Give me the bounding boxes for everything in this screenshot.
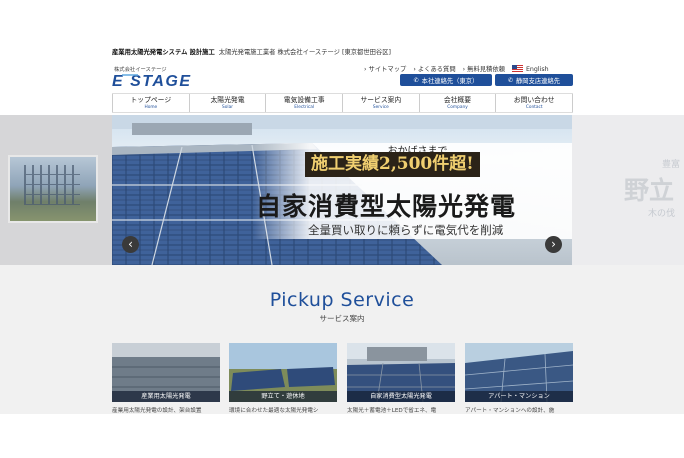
carousel-prev-slide-peek[interactable] bbox=[0, 115, 112, 265]
english-label: English bbox=[525, 65, 549, 73]
service-card-self-consumption[interactable]: 自家消費型太陽光発電 太陽光＋蓄電池＋LEDで省エネ、電 bbox=[347, 343, 455, 414]
contact-shizuoka-button[interactable]: ✆ 静岡支店連絡先 bbox=[495, 74, 573, 86]
phone-icon: ✆ bbox=[507, 76, 513, 84]
nav-sublabel: Contact bbox=[525, 105, 543, 110]
site-tagline: 産業用太陽光発電システム 設計施工 太陽光発電施工業者 株式会社イーステージ [… bbox=[112, 47, 391, 56]
free-quote-link[interactable]: 無料見積依頼 bbox=[463, 64, 505, 73]
service-card-label: 産業用太陽光発電 bbox=[112, 391, 220, 402]
nav-label: 太陽光発電 bbox=[210, 96, 245, 104]
pickup-service-section: Pickup Service サービス案内 産業用太陽光発電 産業用太陽光発電の… bbox=[0, 265, 684, 414]
nav-sublabel: Electrical bbox=[294, 105, 315, 110]
service-card-apartment[interactable]: アパート・マンション アパート・マンションへの設計、施 bbox=[465, 343, 573, 414]
contact-shizuoka-label: 静岡支店連絡先 bbox=[515, 77, 561, 85]
sitemap-link[interactable]: サイトマップ bbox=[364, 64, 407, 73]
english-link[interactable]: English bbox=[511, 64, 549, 73]
nav-sublabel: Home bbox=[144, 105, 158, 110]
phone-icon: ✆ bbox=[413, 76, 419, 84]
service-card-label: アパート・マンション bbox=[465, 391, 573, 402]
nav-item-company[interactable]: 会社概要 Company bbox=[420, 94, 497, 112]
contact-tokyo-button[interactable]: ✆ 本社連絡先（東京） bbox=[400, 74, 492, 86]
service-card-label: 野立て・遊休地 bbox=[229, 391, 337, 402]
nav-sublabel: Service bbox=[372, 105, 389, 110]
service-card-label: 自家消費型太陽光発電 bbox=[347, 391, 455, 402]
hero-achievement-banner: 施工実績2,500件超! bbox=[305, 152, 480, 177]
next-slide-text-2: 野立 bbox=[624, 176, 675, 205]
nav-label: お問い合わせ bbox=[513, 96, 555, 104]
service-card-desc: 産業用太陽光発電の設計、架台設置 bbox=[112, 408, 202, 414]
us-flag-icon bbox=[511, 64, 523, 72]
estage-logo[interactable]: E STAGE bbox=[112, 71, 234, 89]
pickup-service-title: Pickup Service bbox=[269, 289, 415, 311]
global-nav: トップページ Home 太陽光発電 Solar 電気設備工事 Electrical サ… bbox=[112, 93, 574, 113]
next-slide-text-3: 木の伐 bbox=[648, 209, 676, 219]
carousel-next-slide-peek[interactable]: 豊富 野立 木の伐 bbox=[572, 115, 684, 265]
nav-label: トップページ bbox=[130, 96, 172, 104]
nav-item-home[interactable]: トップページ Home bbox=[112, 94, 190, 112]
carousel-active-slide[interactable]: おかげさまで 施工実績2,500件超! 自家消費型太陽光発電 全量買い取りに頼ら… bbox=[112, 115, 573, 265]
hero-main-copy: 自家消費型太陽光発電 bbox=[256, 192, 517, 221]
nav-item-contact[interactable]: お問い合わせ Contact bbox=[496, 94, 574, 112]
prev-slide-image bbox=[8, 155, 98, 223]
nav-item-service[interactable]: サービス案内 Service bbox=[343, 94, 420, 112]
next-slide-text-1: 豊富 bbox=[662, 160, 681, 170]
hero-carousel: おかげさまで 施工実績2,500件超! 自家消費型太陽光発電 全量買い取りに頼ら… bbox=[0, 115, 684, 265]
faq-link[interactable]: よくある質問 bbox=[413, 64, 456, 73]
web-page: 産業用太陽光発電システム 設計施工 太陽光発電施工業者 株式会社イーステージ [… bbox=[0, 40, 684, 414]
contact-tokyo-label: 本社連絡先（東京） bbox=[421, 77, 479, 85]
nav-label: 会社概要 bbox=[443, 96, 472, 104]
nav-item-solar[interactable]: 太陽光発電 Solar bbox=[190, 94, 267, 112]
utility-links: サイトマップ よくある質問 無料見積依頼 English bbox=[364, 63, 549, 74]
nav-item-electrical[interactable]: 電気設備工事 Electrical bbox=[266, 94, 344, 112]
nav-sublabel: Solar bbox=[222, 105, 233, 110]
service-card-desc: 環境に合わせた最適な太陽光発電シ bbox=[229, 408, 319, 414]
nav-label: サービス案内 bbox=[360, 96, 402, 104]
nav-sublabel: Company bbox=[447, 105, 468, 110]
tagline-bold: 産業用太陽光発電システム 設計施工 bbox=[112, 49, 215, 56]
nav-label: 電気設備工事 bbox=[283, 96, 325, 104]
service-card-ground-mount[interactable]: 野立て・遊休地 環境に合わせた最適な太陽光発電シ bbox=[229, 343, 337, 414]
tagline-rest: 太陽光発電施工業者 株式会社イーステージ [東京都世田谷区] bbox=[218, 49, 391, 56]
carousel-next-arrow-icon[interactable]: › bbox=[545, 236, 562, 253]
hero-sub-copy: 全量買い取りに頼らずに電気代を削減 bbox=[308, 223, 504, 237]
carousel-prev-arrow-icon[interactable]: ‹ bbox=[122, 236, 139, 253]
service-card-desc: 太陽光＋蓄電池＋LEDで省エネ、電 bbox=[347, 408, 437, 414]
service-card-desc: アパート・マンションへの設計、施 bbox=[465, 408, 555, 414]
service-card-industrial-solar[interactable]: 産業用太陽光発電 産業用太陽光発電の設計、架台設置 bbox=[112, 343, 220, 414]
pickup-service-subtitle: サービス案内 bbox=[319, 314, 365, 323]
